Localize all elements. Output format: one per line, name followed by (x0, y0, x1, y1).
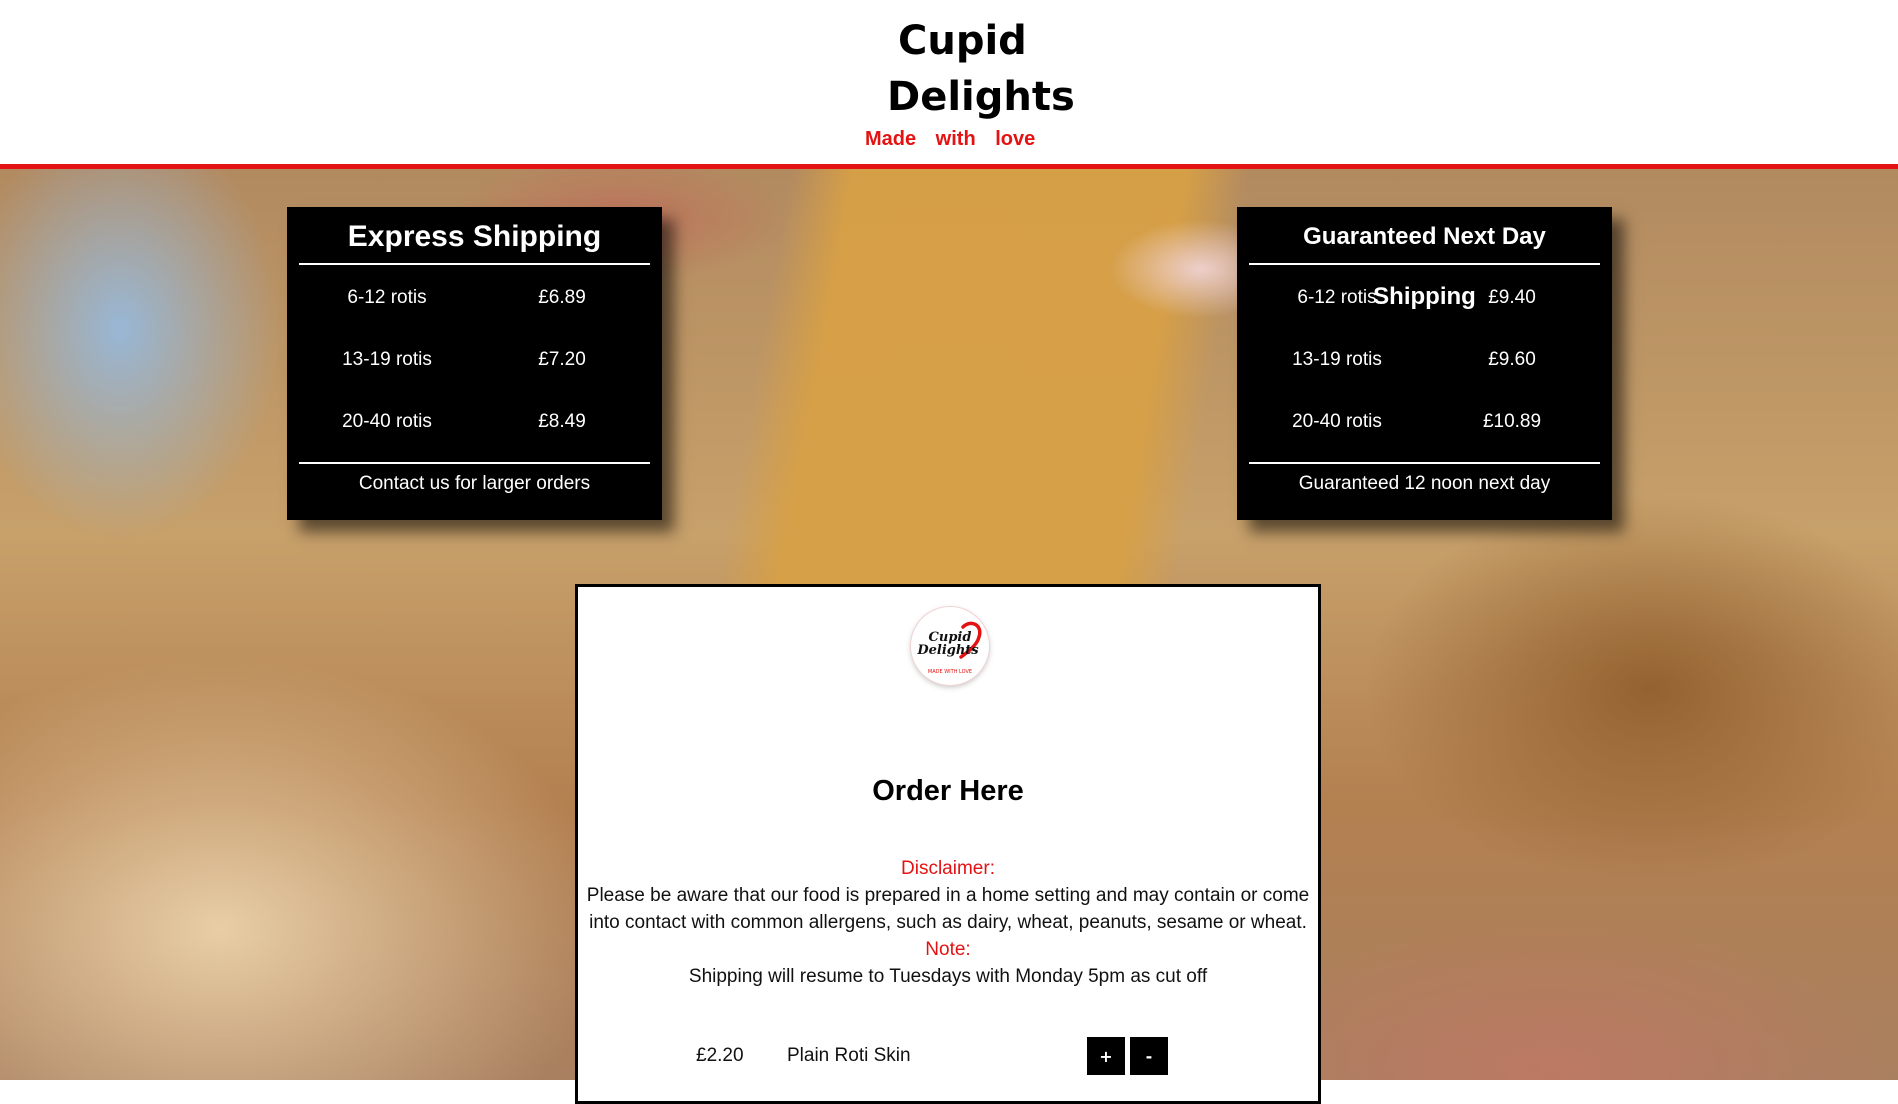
shipping-qty: 20-40 rotis (1292, 411, 1382, 432)
shipping-price: £9.40 (1488, 287, 1536, 308)
note-text: Shipping will resume to Tuesdays with Mo… (688, 966, 1208, 987)
product-price: £2.20 (696, 1045, 744, 1066)
next-day-shipping-box: Guaranteed Next Day Shipping 6-12 rotis … (1237, 207, 1612, 520)
express-shipping-title: Express Shipping (299, 207, 650, 265)
product-name: Plain Roti Skin (787, 1045, 911, 1066)
shipping-price: £7.20 (538, 349, 586, 370)
disclaimer-text: Please be aware that our food is prepare… (586, 885, 1310, 933)
logo-ring-text: MADE WITH LOVE (928, 669, 972, 675)
next-day-shipping-row: 6-12 rotis £9.40 (1237, 265, 1612, 327)
disclaimer-label: Disclaimer: (901, 858, 995, 879)
brand-tagline: Made with love (865, 128, 1036, 150)
order-notice: Disclaimer: Please be aware that our foo… (580, 855, 1316, 990)
shipping-qty: 6-12 rotis (347, 287, 427, 308)
shipping-price: £6.89 (538, 287, 586, 308)
brand-name-line1: Cupid (898, 18, 1027, 64)
express-shipping-footer: Contact us for larger orders (299, 462, 650, 514)
next-day-shipping-title: Guaranteed Next Day Shipping (1249, 207, 1600, 310)
shipping-price: £10.89 (1482, 411, 1542, 432)
increase-quantity-button[interactable]: + (1087, 1037, 1125, 1075)
brand-logo: Cupid Delights MADE WITH LOVE (911, 607, 989, 685)
express-shipping-row: 6-12 rotis £6.89 (287, 265, 662, 327)
express-shipping-row: 13-19 rotis £7.20 (287, 327, 662, 389)
order-panel: Cupid Delights MADE WITH LOVE Order Here… (575, 584, 1321, 1104)
next-day-shipping-footer: Guaranteed 12 noon next day (1249, 462, 1600, 514)
next-day-shipping-row: 13-19 rotis £9.60 (1237, 327, 1612, 389)
note-label: Note: (925, 939, 971, 960)
logo-text-line2: Delights (916, 643, 979, 658)
shipping-qty: 20-40 rotis (342, 411, 432, 432)
order-title: Order Here (872, 775, 1024, 807)
shipping-qty: 6-12 rotis (1297, 287, 1377, 308)
product-row: £2.20 Plain Roti Skin + - (578, 1037, 1318, 1077)
shipping-qty: 13-19 rotis (1292, 349, 1382, 370)
brand-name-line2: Delights (887, 74, 1075, 120)
site-header: Cupid Delights Made with love (0, 0, 1898, 169)
shipping-price: £9.60 (1488, 349, 1536, 370)
heart-logo-icon: Cupid Delights MADE WITH LOVE (916, 621, 982, 675)
next-day-shipping-row: 20-40 rotis £10.89 (1237, 389, 1612, 451)
express-shipping-box: Express Shipping 6-12 rotis £6.89 13-19 … (287, 207, 662, 520)
shipping-qty: 13-19 rotis (342, 349, 432, 370)
express-shipping-row: 20-40 rotis £8.49 (287, 389, 662, 451)
shipping-price: £8.49 (538, 411, 586, 432)
decrease-quantity-button[interactable]: - (1130, 1037, 1168, 1075)
